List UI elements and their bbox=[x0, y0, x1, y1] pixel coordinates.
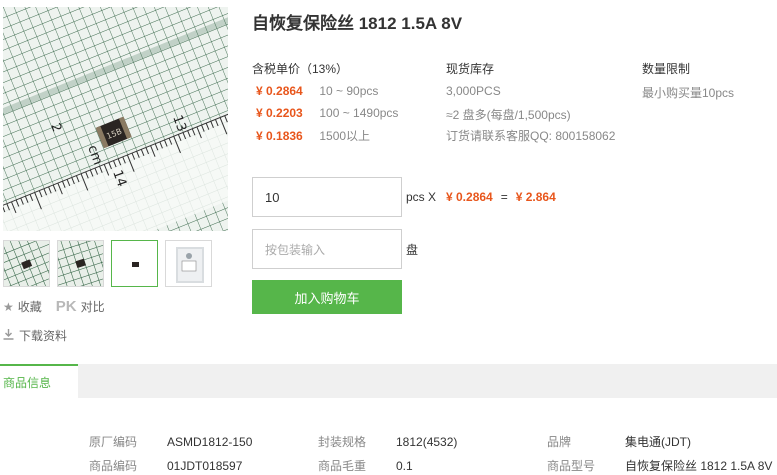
compare-button[interactable]: PK 对比 bbox=[56, 298, 105, 315]
add-to-cart-button[interactable]: 加入购物车 bbox=[252, 280, 402, 314]
compare-label: 对比 bbox=[80, 300, 105, 314]
calc-equals: = bbox=[500, 190, 508, 204]
tab-product-info[interactable]: 商品信息 bbox=[0, 364, 78, 398]
spec-value: 1812(4532) bbox=[396, 435, 458, 449]
calc-unit-price: ¥ 0.2864 bbox=[446, 190, 493, 204]
spec-key: 商品毛重 bbox=[318, 459, 367, 473]
product-photo: 15B 13 14 cm 2 bbox=[3, 7, 228, 231]
spec-value: ASMD1812-150 bbox=[167, 435, 253, 449]
price-header: 含税单价（13%） bbox=[252, 62, 349, 76]
product-title: 自恢复保险丝 1812 1.5A 8V bbox=[252, 14, 463, 33]
limit-header: 数量限制 bbox=[642, 62, 691, 76]
star-icon: ★ bbox=[3, 299, 14, 314]
stock-header: 现货库存 bbox=[446, 62, 495, 76]
spec-key: 原厂编码 bbox=[89, 435, 138, 449]
spec-brand: 品牌 集电通(JDT) bbox=[547, 433, 691, 450]
price-tier-3: ¥ 0.1836 1500以上 bbox=[256, 127, 370, 144]
spec-value: 01JDT018597 bbox=[167, 459, 243, 473]
stock-reels: ≈2 盘多(每盘/1,500pcs) bbox=[446, 108, 571, 122]
thumbnail-1-image bbox=[4, 241, 49, 286]
thumbnail-3-image bbox=[112, 241, 157, 286]
spec-key: 商品编码 bbox=[89, 459, 138, 473]
download-datasheet-button[interactable]: 下载资料 bbox=[3, 327, 67, 344]
price-tier-2: ¥ 0.2203 100 ~ 1490pcs bbox=[256, 106, 398, 120]
thumbnail-2-image bbox=[58, 241, 103, 286]
spec-package: 封装规格 1812(4532) bbox=[318, 433, 457, 450]
spec-original-code: 原厂编码 ASMD1812-150 bbox=[89, 433, 252, 450]
stock-contact: 订货请联系客服QQ: 800158062 bbox=[446, 129, 616, 143]
spec-model: 商品型号 自恢复保险丝 1812 1.5A 8V bbox=[547, 457, 772, 474]
spec-weight: 商品毛重 0.1 bbox=[318, 457, 413, 474]
thumbnail-4-image bbox=[166, 241, 211, 286]
spec-value: 自恢复保险丝 1812 1.5A 8V bbox=[625, 459, 773, 473]
calc-total: ¥ 2.864 bbox=[515, 190, 556, 204]
spec-key: 封装规格 bbox=[318, 435, 367, 449]
tier-price: ¥ 0.2203 bbox=[256, 106, 303, 120]
tier-price: ¥ 0.1836 bbox=[256, 129, 303, 143]
package-unit: 盘 bbox=[406, 243, 419, 257]
download-label: 下载资料 bbox=[19, 329, 68, 343]
favorite-button[interactable]: ★ 收藏 bbox=[3, 298, 42, 315]
thumbnail-3[interactable] bbox=[111, 240, 158, 287]
pk-icon: PK bbox=[55, 298, 77, 315]
stock-quantity: 3,000PCS bbox=[446, 84, 501, 98]
thumbnail-1[interactable] bbox=[3, 240, 50, 287]
tier-price: ¥ 0.2864 bbox=[256, 84, 303, 98]
download-icon bbox=[3, 328, 14, 343]
tier-qty: 1500以上 bbox=[319, 129, 371, 143]
spec-product-code: 商品编码 01JDT018597 bbox=[89, 457, 242, 474]
spec-value: 集电通(JDT) bbox=[625, 435, 691, 449]
spec-value: 0.1 bbox=[396, 459, 413, 473]
side-actions: ★ 收藏 PK 对比 bbox=[3, 298, 105, 315]
product-main-image: 15B 13 14 cm 2 bbox=[3, 7, 228, 231]
spec-key: 品牌 bbox=[547, 435, 572, 449]
tier-qty: 100 ~ 1490pcs bbox=[319, 106, 399, 120]
price-calculation: ¥ 0.2864 = ¥ 2.864 bbox=[446, 190, 556, 204]
quantity-input[interactable]: 10 bbox=[252, 177, 402, 217]
quantity-unit: pcs X bbox=[406, 190, 437, 204]
tier-qty: 10 ~ 90pcs bbox=[319, 84, 379, 98]
thumbnail-2[interactable] bbox=[57, 240, 104, 287]
thumbnail-strip bbox=[3, 240, 212, 287]
spec-key: 商品型号 bbox=[547, 459, 596, 473]
detail-tabbar: 商品信息 bbox=[0, 364, 777, 398]
thumbnail-4[interactable] bbox=[165, 240, 212, 287]
limit-text: 最小购买量10pcs bbox=[642, 86, 735, 100]
favorite-label: 收藏 bbox=[17, 300, 42, 314]
price-tier-1: ¥ 0.2864 10 ~ 90pcs bbox=[256, 84, 378, 98]
package-input[interactable]: 按包装输入 bbox=[252, 229, 402, 269]
